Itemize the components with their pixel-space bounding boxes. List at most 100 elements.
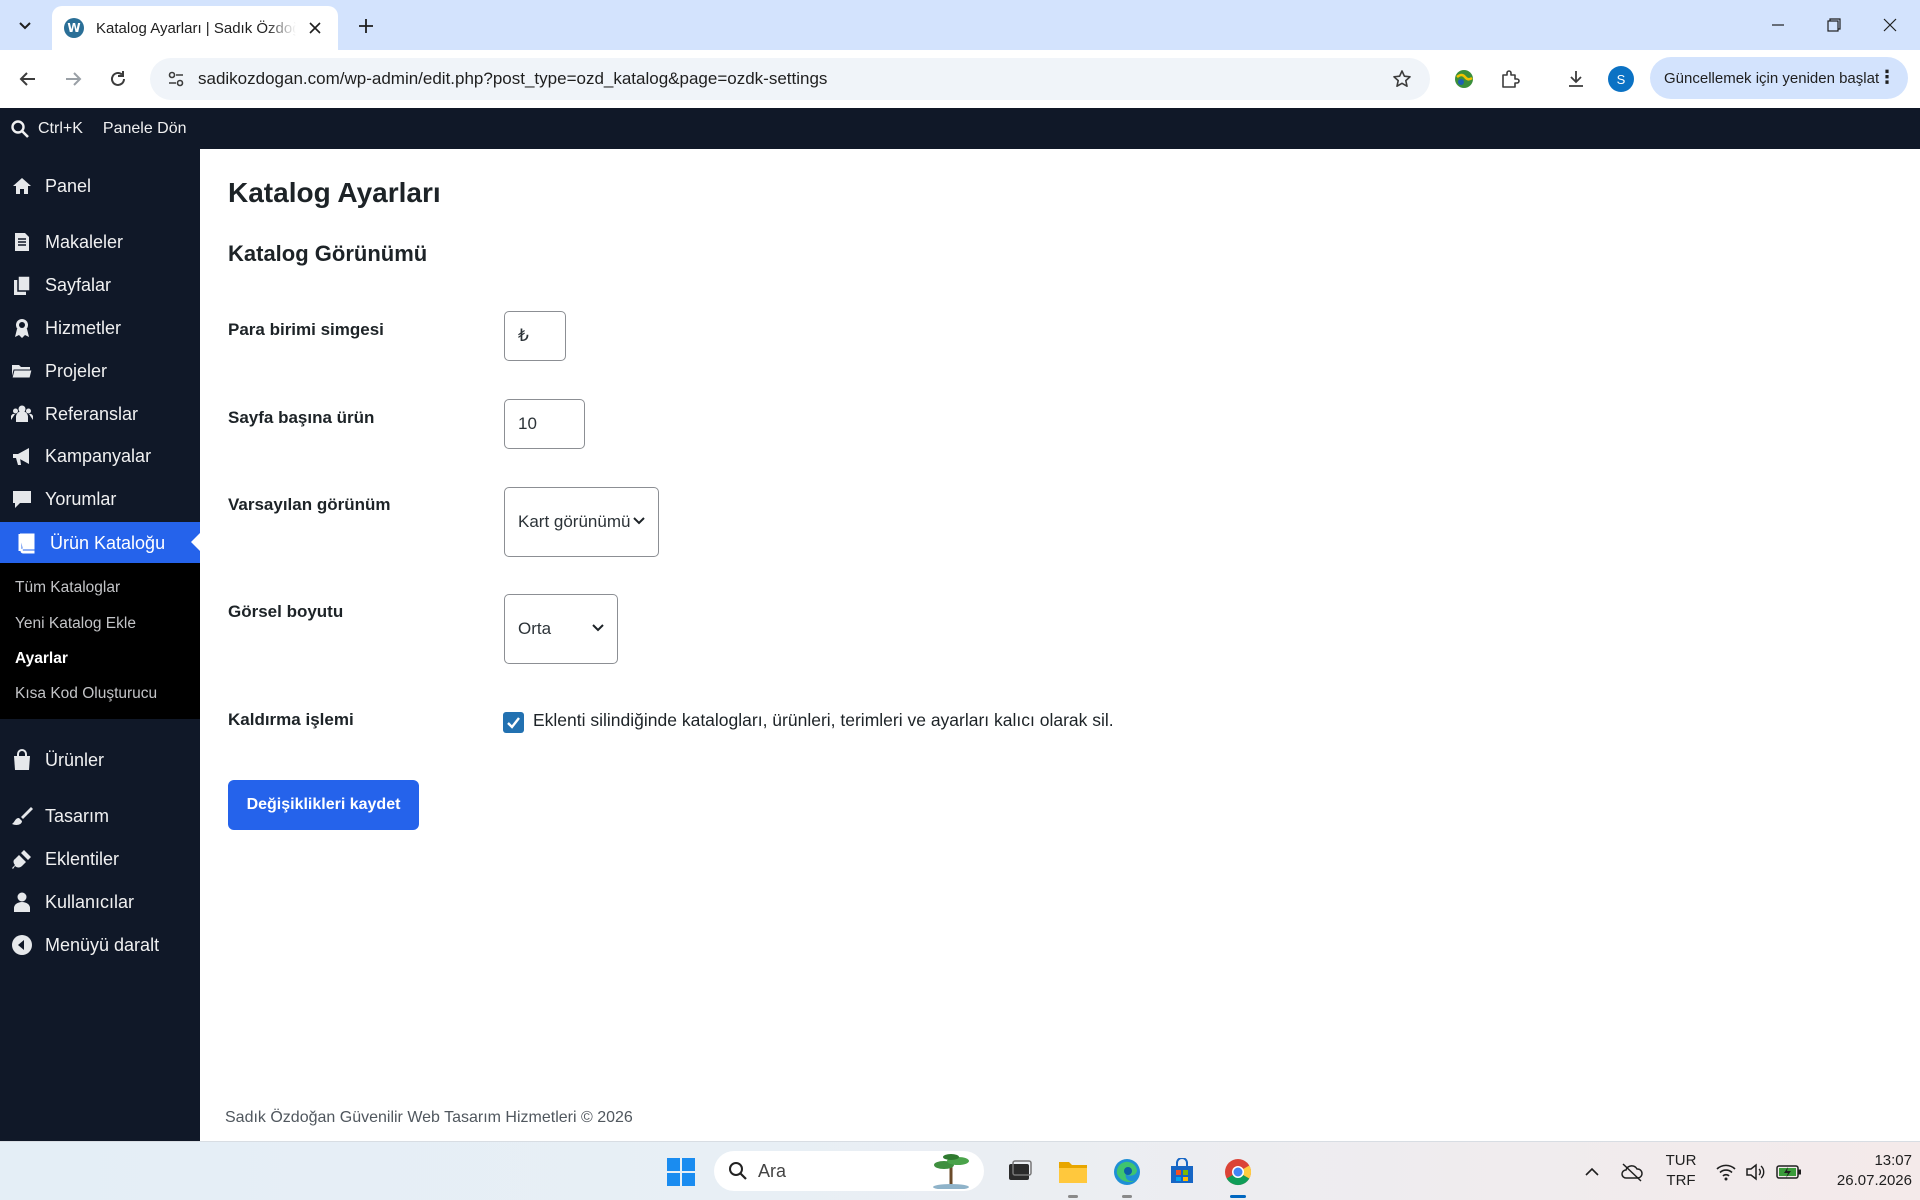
tray-overflow-button[interactable] (1584, 1142, 1600, 1200)
menu-item-label: Yorumlar (45, 488, 117, 509)
site-info-icon[interactable] (156, 70, 196, 88)
store-icon (1171, 1158, 1193, 1183)
taskbar-search[interactable]: Ara (714, 1151, 984, 1191)
tab-search-button[interactable] (8, 10, 42, 40)
uninstall-label: Kaldırma işlemi (228, 710, 354, 729)
menu-item-projeler[interactable]: Projeler (0, 351, 200, 391)
menu-item-tasarim[interactable]: Tasarım (0, 796, 200, 836)
more-menu-icon[interactable]: ⋮ (1878, 67, 1896, 88)
bookmark-star-icon[interactable] (1382, 69, 1422, 89)
chevron-down-icon (19, 22, 31, 30)
download-icon[interactable] (1558, 62, 1594, 96)
extensions-puzzle-icon[interactable] (1492, 62, 1528, 96)
restore-icon (1827, 18, 1841, 32)
submenu-tum-kataloglar[interactable]: Tüm Kataloglar (15, 579, 120, 597)
menu-item-referanslar[interactable]: Referanslar (0, 394, 200, 434)
new-tab-button[interactable] (352, 12, 380, 40)
command-search[interactable]: Ctrl+K (10, 119, 83, 139)
menu-item-hizmetler[interactable]: Hizmetler (0, 308, 200, 348)
address-bar[interactable]: sadikozdogan.com/wp-admin/edit.php?post_… (150, 58, 1430, 100)
close-icon (1883, 18, 1897, 32)
save-changes-button[interactable]: Değişiklikleri kaydet (228, 780, 419, 830)
image-size-label: Görsel boyutu (228, 602, 344, 621)
speaker-icon (1746, 1162, 1765, 1181)
volume-status[interactable] (1745, 1142, 1765, 1200)
tab-title: Katalog Ayarları | Sadık Özdoğan Güvenil… (96, 19, 296, 37)
menu-item-kampanyalar[interactable]: Kampanyalar (0, 436, 200, 476)
uninstall-checkbox-label[interactable]: Eklenti silindiğinde katalogları, ürünle… (533, 710, 1114, 731)
battery-status[interactable] (1776, 1142, 1802, 1200)
reload-button[interactable] (101, 62, 135, 96)
network-status[interactable] (1716, 1142, 1736, 1200)
extension-globe-icon[interactable] (1446, 62, 1482, 96)
submenu-yeni-katalog-ekle[interactable]: Yeni Katalog Ekle (15, 615, 136, 633)
default-view-select[interactable]: Kart görünümü (504, 487, 659, 557)
taskbar-store[interactable] (1162, 1152, 1202, 1192)
submenu-ayarlar[interactable]: Ayarlar (15, 650, 68, 668)
currency-input[interactable]: ₺ (504, 311, 566, 361)
taskbar-search-placeholder: Ara (758, 1160, 787, 1181)
catalog-submenu: Tüm Kataloglar Yeni Katalog Ekle Ayarlar… (0, 563, 200, 719)
start-button[interactable] (661, 1152, 701, 1192)
browser-tab-active[interactable]: W Katalog Ayarları | Sadık Özdoğan Güven… (52, 6, 338, 50)
menu-item-urunler[interactable]: Ürünler (0, 740, 200, 780)
menu-item-label: Eklentiler (45, 848, 120, 869)
menu-item-label: Ürün Kataloğu (50, 532, 166, 553)
arrow-left-icon (19, 72, 35, 86)
clock-time: 13:07 (1874, 1152, 1912, 1169)
clock-date: 26.07.2026 (1836, 1172, 1912, 1189)
task-view-button[interactable] (1000, 1152, 1040, 1192)
menu-item-kullanicilar[interactable]: Kullanıcılar (0, 882, 200, 922)
plus-icon (359, 19, 373, 33)
home-icon (11, 175, 33, 197)
minimize-icon (1772, 24, 1784, 26)
uninstall-checkbox[interactable] (503, 712, 524, 733)
wordpress-icon: W (64, 18, 84, 38)
per-page-label: Sayfa başına ürün (228, 408, 375, 427)
menu-item-sayfalar[interactable]: Sayfalar (0, 265, 200, 305)
search-shortcut-label: Ctrl+K (38, 119, 83, 137)
menu-item-yorumlar[interactable]: Yorumlar (0, 479, 200, 519)
menu-item-label: Referanslar (45, 403, 139, 424)
submenu-kisa-kod-olusturucu[interactable]: Kısa Kod Oluşturucu (15, 685, 157, 703)
back-to-dashboard-link[interactable]: Panele Dön (103, 120, 187, 138)
tab-close-button[interactable] (304, 17, 326, 39)
onedrive-status[interactable] (1620, 1142, 1644, 1200)
wifi-icon (1716, 1164, 1736, 1180)
menu-item-makaleler[interactable]: Makaleler (0, 222, 200, 262)
update-restart-label: Güncellemek için yeniden başlat (1664, 69, 1880, 87)
cloud-off-icon (1621, 1162, 1643, 1182)
menu-item-label: Menüyü daralt (45, 934, 160, 955)
pages-icon (11, 274, 33, 296)
per-page-input[interactable]: 10 (504, 399, 585, 449)
restore-button[interactable] (1806, 8, 1862, 42)
forward-button[interactable] (56, 62, 90, 96)
menu-item-panel[interactable]: Panel (0, 166, 200, 206)
system-clock[interactable]: 13:07 26.07.2026 (1808, 1151, 1912, 1191)
megaphone-icon (11, 445, 33, 467)
profile-avatar[interactable]: S (1608, 66, 1634, 92)
collapse-menu-button[interactable]: Menüyü daralt (0, 925, 200, 965)
back-button[interactable] (11, 62, 45, 96)
search-icon (11, 119, 29, 138)
main-content: Katalog Ayarları Katalog Görünümü Para b… (200, 149, 1920, 1141)
reload-icon (111, 71, 125, 86)
browser-tabstrip: W Katalog Ayarları | Sadık Özdoğan Güven… (0, 0, 1920, 50)
input-language[interactable]: TUR TRF (1664, 1151, 1698, 1191)
folder-icon (11, 360, 33, 382)
checkmark-icon (507, 717, 520, 729)
taskbar-chrome[interactable] (1218, 1152, 1258, 1198)
menu-item-eklentiler[interactable]: Eklentiler (0, 839, 200, 879)
menu-item-urun-katalogu[interactable]: Ürün Kataloğu (0, 522, 200, 564)
search-highlight-tree-icon (933, 1154, 969, 1189)
chrome-icon (1225, 1159, 1252, 1186)
chevron-down-icon (632, 512, 646, 532)
minimize-button[interactable] (1750, 8, 1806, 42)
menu-item-label: Ürünler (45, 749, 105, 770)
running-indicator (1068, 1195, 1078, 1198)
taskbar-edge[interactable] (1107, 1152, 1147, 1198)
taskbar-file-explorer[interactable] (1053, 1152, 1093, 1198)
update-restart-button[interactable]: Güncellemek için yeniden başlat ⋮ (1650, 57, 1908, 99)
image-size-select[interactable]: Orta (504, 594, 618, 664)
close-window-button[interactable] (1862, 8, 1918, 42)
